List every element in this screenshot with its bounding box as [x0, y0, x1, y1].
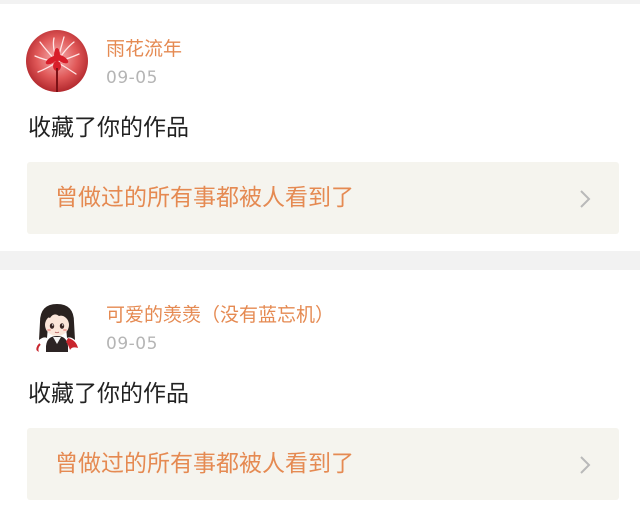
action-text: 收藏了你的作品: [28, 381, 189, 407]
username[interactable]: 雨花流年: [106, 37, 182, 61]
work-title: 曾做过的所有事都被人看到了: [55, 451, 354, 477]
avatar[interactable]: [26, 30, 88, 92]
card-header: 可爱的羡羡（没有蓝忘机） 09-05: [26, 296, 334, 360]
avatar[interactable]: [26, 296, 88, 358]
notification-card: 可爱的羡羡（没有蓝忘机） 09-05 收藏了你的作品 曾做过的所有事都被人看到了: [0, 270, 640, 529]
user-info: 可爱的羡羡（没有蓝忘机） 09-05: [106, 296, 334, 355]
timestamp: 09-05: [106, 68, 158, 88]
user-info: 雨花流年 09-05: [106, 30, 182, 89]
notification-card: 雨花流年 09-05 收藏了你的作品 曾做过的所有事都被人看到了: [0, 4, 640, 251]
card-header: 雨花流年 09-05: [26, 30, 182, 94]
chevron-right-icon: [580, 190, 591, 208]
action-text: 收藏了你的作品: [28, 115, 189, 141]
chibi-character-avatar-icon: [26, 296, 88, 358]
chevron-right-icon: [580, 456, 591, 474]
work-link[interactable]: 曾做过的所有事都被人看到了: [27, 428, 619, 500]
work-title: 曾做过的所有事都被人看到了: [55, 185, 354, 211]
work-link[interactable]: 曾做过的所有事都被人看到了: [27, 162, 619, 234]
red-spider-lily-avatar-icon: [26, 30, 88, 92]
username[interactable]: 可爱的羡羡（没有蓝忘机）: [106, 303, 334, 327]
timestamp: 09-05: [106, 334, 158, 354]
